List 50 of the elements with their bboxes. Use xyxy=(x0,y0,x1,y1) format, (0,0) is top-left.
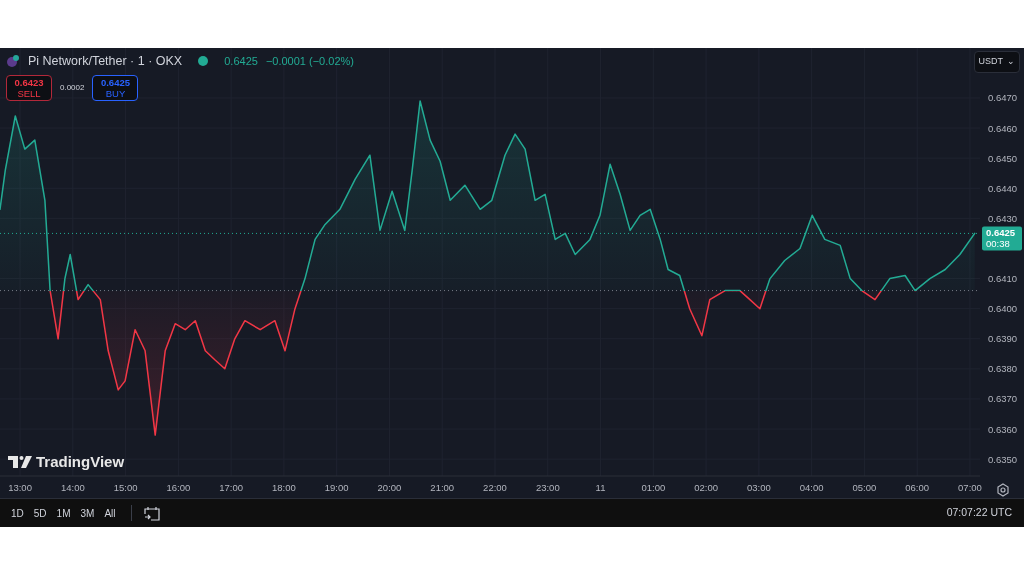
settings-icon[interactable] xyxy=(997,483,1009,497)
range-button[interactable]: 3M xyxy=(77,503,98,523)
range-button[interactable]: 1D xyxy=(8,503,27,523)
axis-label: 15:00 xyxy=(113,482,138,493)
clock-time: 07:07:22 UTC xyxy=(946,505,1012,521)
price-tag: 0.6425 00:38 xyxy=(982,226,1022,251)
axis-label: 19:00 xyxy=(324,482,349,493)
axis-label: 0.6370 xyxy=(988,393,1018,405)
axis-label: 22:00 xyxy=(483,482,507,493)
logo-icon xyxy=(8,456,32,469)
axis-label: 06:00 xyxy=(905,482,930,493)
axis-label: 0.6470 xyxy=(988,92,1018,104)
axis-label: 18:00 xyxy=(272,482,296,493)
axis-label: 11 xyxy=(595,482,606,493)
axis-label: 0.6460 xyxy=(988,122,1018,134)
axis-label: 04:00 xyxy=(799,482,824,493)
axis-label: 01:00 xyxy=(641,482,666,493)
axis-label: 17:00 xyxy=(219,482,244,493)
sell-button[interactable]: 0.6423 SELL xyxy=(6,74,52,101)
range-button[interactable]: All xyxy=(101,503,119,523)
buy-button[interactable]: 0.6425 BUY xyxy=(92,74,139,101)
axis-label: 0.6400 xyxy=(988,303,1018,315)
axis-label: 20:00 xyxy=(377,482,402,493)
axis-label: 0.6350 xyxy=(988,453,1018,465)
axis-label: 13:00 xyxy=(8,482,32,493)
range-button[interactable]: 5D xyxy=(30,503,50,523)
axis-label: 16:00 xyxy=(166,482,191,493)
range-button[interactable]: 1M xyxy=(53,503,74,523)
axis-label: 0.6430 xyxy=(988,212,1018,224)
axis-label: 21:00 xyxy=(430,482,455,493)
axis-label: 14:00 xyxy=(60,482,85,493)
axis-label: 0.6380 xyxy=(988,363,1018,375)
calendar-icon[interactable] xyxy=(143,505,160,521)
axis-label: 07:00 xyxy=(958,482,982,493)
currency-dropdown[interactable]: USDT ⌄ xyxy=(973,51,1020,73)
axis-label: 02:00 xyxy=(694,482,718,493)
axis-label: 03:00 xyxy=(747,482,771,493)
brand-name: TradingView xyxy=(36,452,125,472)
axis-label: 05:00 xyxy=(852,482,877,493)
spread-value: 0.0002 xyxy=(60,81,85,94)
last-price: 0.6425 xyxy=(224,54,258,70)
price-change: −0.0001 (−0.02%) xyxy=(265,54,354,70)
chart-title: Pi Network/Tether · 1 · OKX xyxy=(28,53,183,70)
coin-icon xyxy=(6,54,20,69)
axis-label: 0.6410 xyxy=(988,273,1018,285)
axis-label: 0.6390 xyxy=(988,333,1018,345)
axis-label: 0.6440 xyxy=(988,182,1018,194)
axis-label: 23:00 xyxy=(535,482,560,493)
axis-label: 0.6450 xyxy=(988,152,1018,164)
axis-label: 0.6360 xyxy=(988,423,1018,435)
